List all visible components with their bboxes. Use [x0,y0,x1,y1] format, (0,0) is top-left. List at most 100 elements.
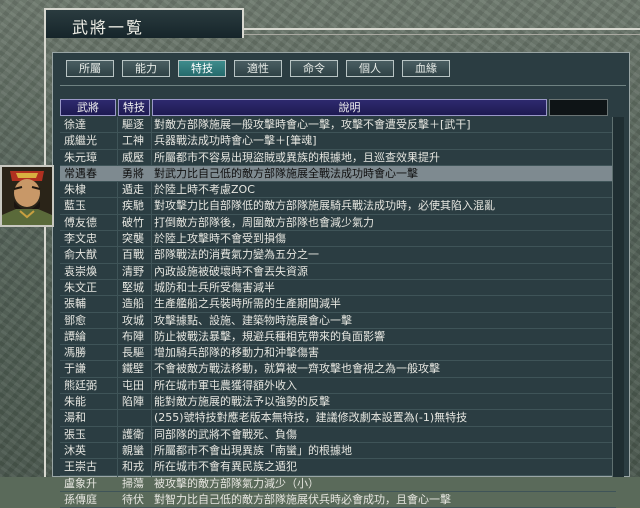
skill-description: 於陸上攻擊時不會受到損傷 [154,232,286,246]
skill-description: 對攻擊力比自部隊低的敵方部隊施展騎兵戰法成功時，必使其陷入混亂 [154,199,495,213]
skill-name: 百戰 [122,248,144,262]
skill-description: 兵器戰法成功時會心一擊＋[筆魂] [154,134,317,148]
skill-description: 部隊戰法的消費氣力變為五分之一 [154,248,319,262]
skill-description: 打倒敵方部隊後，周圍敵方部隊也會減少氣力 [154,215,374,229]
table-row[interactable]: 盧象升 掃蕩 被攻擊的敵方部隊氣力減少（小） [60,476,616,492]
table-row[interactable]: 孫傳庭 待伏 對智力比自己低的敵方部隊施展伏兵時必會成功，且會心一擊 [60,492,616,508]
table-row[interactable]: 袁崇煥 清野 內政設施被破壞時不會丟失資源 [60,264,616,280]
officer-name: 王崇古 [64,460,97,474]
officer-name: 張輔 [64,297,86,311]
table-row[interactable]: 俞大猷 百戰 部隊戰法的消費氣力變為五分之一 [60,247,616,264]
column-header-name[interactable]: 武將 [60,99,116,116]
officer-name: 朱文正 [64,280,97,294]
skill-name: 威壓 [122,150,144,164]
officer-name: 傅友德 [64,215,97,229]
officer-skill-table: 徐達 驅逐 對敵方部隊施展一般攻擊時會心一擊，攻擊不會遭受反擊＋[武干] 戚繼光 工神兵… [60,117,616,508]
officer-name: 鄧愈 [64,313,86,327]
column-header-blank [549,99,608,116]
officer-name: 湯和 [64,411,86,425]
skill-name: 清野 [122,264,144,278]
officer-name: 戚繼光 [64,134,97,148]
skill-description: (255)號特技對應老版本無特技，建議修改劇本設置為(-1)無特技 [154,411,468,425]
title-divider [244,28,640,35]
table-row[interactable]: 譚綸 布陣 防止被戰法暴擊，規避兵種相克帶來的負面影響 [60,329,616,346]
skill-description: 攻擊據點、設施、建築物時施展會心一擊 [154,313,352,327]
window-title-tab: 武將一覧 [44,8,244,38]
officer-name: 李文忠 [64,232,97,246]
table-row[interactable]: 馮勝 長驅 增加騎兵部隊的移動力和沖擊傷害 [60,345,616,362]
officer-name: 徐達 [64,118,86,131]
officer-name: 張玉 [64,427,86,441]
table-row[interactable]: 張玉 護衛 同部隊的武將不會戰死、負傷 [60,427,616,443]
officer-name: 譚綸 [64,329,86,343]
skill-description: 生產艦船之兵裝時所需的生產期間減半 [154,297,341,311]
officer-name: 俞大猷 [64,248,97,262]
officer-name: 朱元璋 [64,150,97,164]
skill-description: 所在城市軍屯農獲得額外收入 [154,378,297,392]
skill-description: 對智力比自己低的敵方部隊施展伏兵時必會成功，且會心一擊 [154,492,451,506]
tab-ability[interactable]: 能力 [122,60,170,77]
skill-description: 不會被敵方戰法移動，就算被一齊攻擊也會視之為一般攻擊 [154,362,440,376]
table-row[interactable]: 常遇春 勇將 對武力比自己低的敵方部隊施展全戰法成功時會心一擊 [60,165,616,183]
table-row[interactable]: 張輔 造船 生產艦船之兵裝時所需的生產期間減半 [60,296,616,313]
skill-description: 對敵方部隊施展一般攻擊時會心一擊，攻擊不會遭受反擊＋[武干] [154,118,471,131]
skill-name: 掃蕩 [122,476,144,490]
officer-name: 于謙 [64,362,86,376]
skill-description: 增加騎兵部隊的移動力和沖擊傷害 [154,346,319,360]
table-row[interactable]: 鄧愈 攻城 攻擊據點、設施、建築物時施展會心一擊 [60,313,616,329]
tab-aptitude[interactable]: 適性 [234,60,282,77]
table-scrollbar[interactable] [612,117,624,477]
officer-name: 盧象升 [64,476,97,490]
officer-portrait [0,165,54,227]
skill-name: 攻城 [122,313,144,327]
skill-name: 驅逐 [122,118,144,131]
officer-name: 孫傳庭 [64,492,97,506]
table-row[interactable]: 沐英 親蠻 所屬都市不會出現異族「南蠻」的根據地 [60,443,616,460]
skill-name: 屯田 [122,378,144,392]
table-row[interactable]: 傅友德 破竹 打倒敵方部隊後，周圍敵方部隊也會減少氣力 [60,215,616,232]
skill-name: 長驅 [122,346,144,360]
skill-name: 布陣 [122,329,144,343]
skill-name: 疾馳 [122,199,144,213]
table-row[interactable]: 朱能 陷陣 能對敵方施展的戰法予以強勢的反擊 [60,394,616,411]
officer-name: 馮勝 [64,346,86,360]
skill-description: 被攻擊的敵方部隊氣力減少（小） [154,476,319,490]
column-header-description[interactable]: 說明 [152,99,547,116]
skill-description: 所屬都市不會出現異族「南蠻」的根據地 [154,443,352,457]
skill-name: 和戎 [122,460,144,474]
table-row[interactable]: 熊廷弼 屯田 所在城市軍屯農獲得額外收入 [60,378,616,395]
skill-description: 城防和士兵所受傷害減半 [154,280,275,294]
table-row[interactable]: 朱文正 堅城 城防和士兵所受傷害減半 [60,280,616,297]
officer-name: 藍玉 [64,199,86,213]
officer-name: 沐英 [64,443,86,457]
portrait-image [2,167,52,225]
tab-affiliation[interactable]: 所屬 [66,60,114,77]
skill-name: 親蠻 [122,443,144,457]
skill-name: 陷陣 [122,395,144,409]
table-row[interactable]: 徐達 驅逐 對敵方部隊施展一般攻擊時會心一擊，攻擊不會遭受反擊＋[武干] [60,117,616,134]
table-row[interactable]: 于謙 鐵壁 不會被敵方戰法移動，就算被一齊攻擊也會視之為一般攻擊 [60,361,616,378]
officer-name: 熊廷弼 [64,378,97,392]
table-row[interactable]: 李文忠 突襲 於陸上攻擊時不會受到損傷 [60,231,616,248]
skill-name: 護衛 [122,427,144,441]
skill-description: 內政設施被破壞時不會丟失資源 [154,264,308,278]
skill-name: 遁走 [122,183,144,197]
tab-skill[interactable]: 特技 [178,60,226,77]
table-row[interactable]: 湯和 (255)號特技對應老版本無特技，建議修改劇本設置為(-1)無特技 [60,410,616,427]
column-header-skill[interactable]: 特技 [118,99,150,116]
table-row[interactable]: 藍玉 疾馳 對攻擊力比自部隊低的敵方部隊施展騎兵戰法成功時，必使其陷入混亂 [60,198,616,215]
table-row[interactable]: 王崇古 和戎 所在城市不會有異民族之遁犯 [60,459,616,476]
officer-name: 朱能 [64,395,86,409]
table-row[interactable]: 戚繼光 工神 兵器戰法成功時會心一擊＋[筆魂] [60,133,616,150]
tab-bloodline[interactable]: 血緣 [402,60,450,77]
skill-description: 所在城市不會有異民族之遁犯 [154,460,297,474]
officer-name: 袁崇煥 [64,264,97,278]
officer-name: 常遇春 [64,166,97,180]
table-row[interactable]: 朱元璋 威壓 所屬都市不容易出現盜賊或異族的根據地，且巡查效果提升 [60,150,616,166]
table-row[interactable]: 朱棣 遁走 於陸上時不考慮ZOC [60,182,616,199]
skill-name: 工神 [122,134,144,148]
skill-name: 突襲 [122,232,144,246]
tab-personal[interactable]: 個人 [346,60,394,77]
tab-command[interactable]: 命令 [290,60,338,77]
skill-name: 堅城 [122,280,144,294]
